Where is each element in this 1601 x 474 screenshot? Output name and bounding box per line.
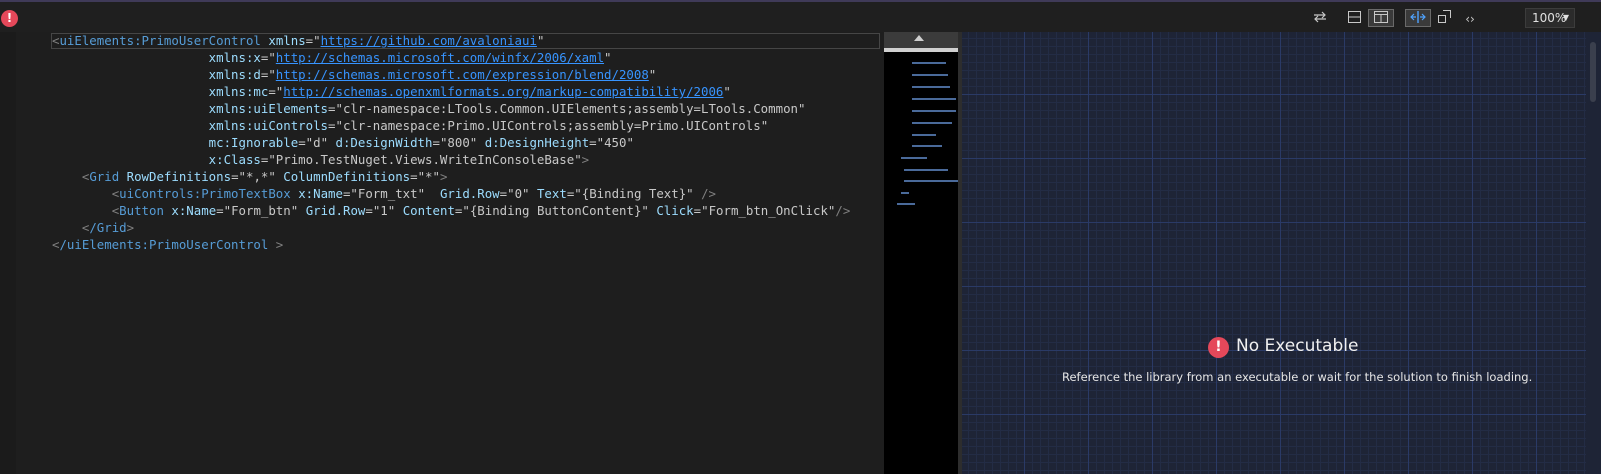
error-icon: ! (1208, 337, 1229, 358)
chevron-down-icon: ▼ (1562, 13, 1569, 22)
code-attr: d:DesignWidth (335, 135, 433, 150)
code-token: /> (835, 203, 851, 218)
code-token: > (439, 169, 448, 184)
code-value: * (425, 169, 433, 184)
design-surface[interactable] (962, 32, 1601, 474)
code-tag: Button (119, 203, 164, 218)
code-attr: Content (402, 203, 455, 218)
code-attr: ColumnDefinitions (283, 169, 411, 184)
code-attr: xmlns:uiElements (208, 101, 329, 116)
code-value: d (313, 135, 321, 150)
code-tag: uiControls:PrimoTextBox (119, 186, 291, 201)
code-attr: Text (536, 186, 567, 201)
fit-width-icon (1410, 11, 1426, 23)
code-link[interactable]: http://schemas.microsoft.com/expression/… (276, 67, 649, 82)
code-value: 800 (447, 135, 470, 150)
code-link[interactable]: http://schemas.microsoft.com/winfx/2006/… (276, 50, 604, 65)
code-tag: /Grid (89, 220, 127, 235)
code-attr: Grid.Row (439, 186, 500, 201)
minimap-line (904, 169, 948, 171)
code-tag: /uiElements:PrimoUserControl (59, 237, 269, 252)
no-executable-title: No Executable (1236, 336, 1359, 356)
code-value: 450 (604, 135, 627, 150)
minimap-line (904, 180, 958, 182)
swap-panes-button[interactable] (1310, 9, 1330, 27)
horizontal-split-icon (1347, 11, 1361, 23)
error-icon[interactable]: ! (1, 10, 18, 27)
zoom-dropdown[interactable]: 100% ▼ (1525, 8, 1575, 28)
swap-icon (1314, 11, 1326, 23)
code-value: clr-namespace:LTools.Common.UIElements;a… (342, 101, 798, 116)
code-tag: Grid (89, 169, 120, 184)
code-view-button[interactable]: ‹› (1460, 9, 1480, 27)
vertical-split-icon (1374, 11, 1388, 23)
minimap-line (912, 145, 942, 147)
fit-width-button[interactable] (1405, 9, 1431, 27)
code-token: =" (305, 33, 321, 48)
minimap-line (912, 62, 946, 64)
xaml-code[interactable]: <uiElements:PrimoUserControl xmlns="http… (52, 32, 850, 253)
code-token: > (126, 220, 135, 235)
code-value: *,* (245, 169, 269, 184)
code-value: {Binding ButtonContent} (469, 203, 642, 218)
code-link[interactable]: http://schemas.openxmlformats.org/markup… (283, 84, 723, 99)
code-value: Primo.TestNuget.Views.WriteInConsoleBase (275, 152, 575, 167)
code-token: /> (693, 186, 717, 201)
code-token: > (268, 237, 284, 252)
code-attr: x:Name (171, 203, 217, 218)
minimap-line (897, 203, 915, 205)
code-attr: xmlns:uiControls (208, 118, 329, 133)
code-attr: xmlns:mc (208, 84, 269, 99)
code-value: {Binding Text} (581, 186, 687, 201)
chevron-up-icon (914, 35, 924, 41)
editor-gutter (0, 32, 16, 474)
code-attr: xmlns:d (208, 67, 261, 82)
minimap-line (901, 157, 927, 159)
minimap-viewport[interactable] (884, 48, 958, 52)
code-value: 1 (380, 203, 388, 218)
expand-icon (1437, 10, 1451, 23)
code-token: " (536, 33, 545, 48)
code-value: 0 (514, 186, 523, 201)
expand-pane-button[interactable] (1434, 9, 1454, 27)
designer-scrollbar[interactable] (1586, 32, 1601, 474)
code-attr: Click (656, 203, 694, 218)
code-token: > (581, 152, 590, 167)
no-executable-message: Reference the library from an executable… (1062, 370, 1533, 384)
code-value: Form_txt (357, 186, 418, 201)
zoom-value: 100% (1532, 11, 1567, 25)
minimap-line (912, 74, 948, 76)
code-attr: d:DesignHeight (484, 135, 590, 150)
code-link[interactable]: https://github.com/avaloniaui (321, 33, 537, 48)
code-value: clr-namespace:Primo.UIControls;assembly=… (342, 118, 761, 133)
code-attr: RowDefinitions (126, 169, 232, 184)
code-attr: mc:Ignorable (208, 135, 299, 150)
minimap-line (912, 98, 956, 100)
scrollbar-thumb[interactable] (1590, 42, 1596, 102)
code-attr: Grid.Row (305, 203, 366, 218)
code-brackets-icon: ‹› (1465, 12, 1475, 26)
minimap-line (912, 122, 952, 124)
horizontal-split-button[interactable] (1344, 9, 1364, 27)
minimap-line (912, 86, 950, 88)
code-attr: xmlns (268, 33, 306, 48)
code-attr: x:Class (208, 152, 261, 167)
toolbar: ! ‹› 100% ▼ (0, 2, 1601, 32)
minimap-line (901, 192, 909, 194)
code-value: Form_btn (231, 203, 291, 218)
code-tag: uiElements:PrimoUserControl (59, 33, 261, 48)
code-value: Form_btn_OnClick (708, 203, 828, 218)
code-attr: xmlns:x (208, 50, 261, 65)
minimap-scroll-up[interactable] (884, 32, 958, 48)
vertical-split-button[interactable] (1368, 9, 1394, 27)
code-minimap[interactable] (884, 32, 958, 474)
minimap-line (912, 110, 956, 112)
code-attr: x:Name (298, 186, 343, 201)
minimap-line (912, 134, 936, 136)
